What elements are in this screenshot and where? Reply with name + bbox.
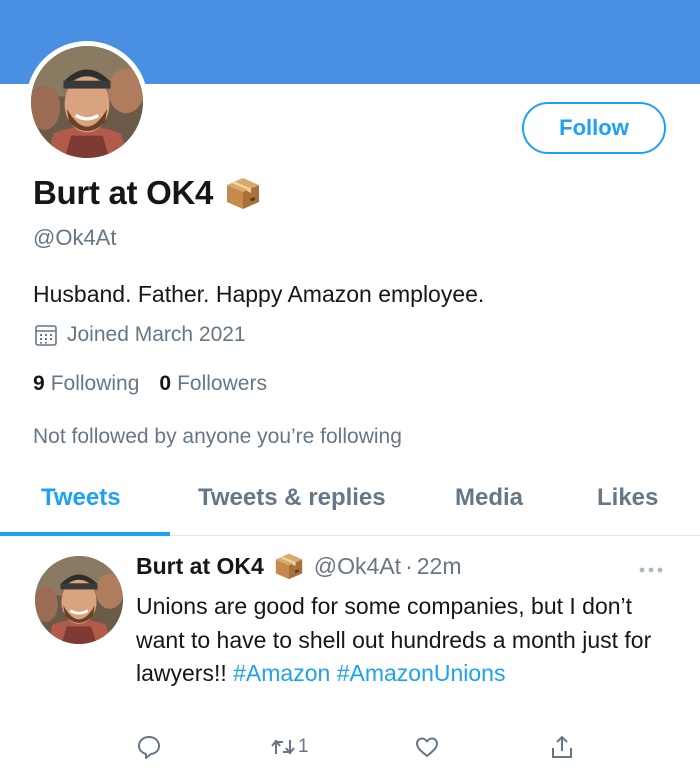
profile-tabs: Tweets Tweets & replies Media Likes bbox=[0, 470, 700, 536]
share-icon bbox=[552, 735, 572, 758]
followers-label: Followers bbox=[177, 372, 267, 395]
reply-button[interactable] bbox=[136, 734, 162, 760]
follow-stats: 9 Following 0 Followers bbox=[33, 372, 267, 396]
tab-media[interactable]: Media bbox=[455, 484, 523, 512]
calendar-icon bbox=[34, 323, 58, 347]
following-label: Following bbox=[50, 372, 140, 395]
active-tab-indicator bbox=[0, 532, 170, 536]
follow-button[interactable]: Follow bbox=[522, 102, 666, 154]
tab-tweets-and-replies[interactable]: Tweets & replies bbox=[198, 484, 386, 512]
followers-link[interactable]: 0 Followers bbox=[159, 372, 267, 396]
hashtag-link[interactable]: #Amazon bbox=[233, 660, 330, 686]
joined-text: Joined March 2021 bbox=[67, 323, 246, 346]
tweet-author-name[interactable]: Burt at OK4 bbox=[136, 553, 264, 580]
profile-handle: @Ok4At bbox=[33, 225, 117, 250]
following-count: 9 bbox=[33, 372, 45, 395]
profile-avatar[interactable] bbox=[26, 41, 148, 163]
tweet-timestamp[interactable]: 22m bbox=[417, 553, 462, 580]
tab-likes[interactable]: Likes bbox=[597, 484, 658, 512]
tweet-body: Unions are good for some companies, but … bbox=[136, 590, 676, 691]
tweet-author-handle[interactable]: @Ok4At bbox=[314, 553, 401, 580]
tweet-avatar[interactable] bbox=[35, 556, 123, 644]
share-button[interactable] bbox=[549, 734, 575, 760]
profile-display-name: Burt at OK4 bbox=[33, 174, 261, 212]
not-followed-notice: Not followed by anyone you’re following bbox=[33, 425, 402, 448]
tab-tweets[interactable]: Tweets bbox=[41, 484, 121, 512]
like-button[interactable] bbox=[414, 734, 440, 760]
avatar-photo bbox=[35, 556, 123, 644]
package-box-icon bbox=[274, 552, 304, 580]
avatar-photo bbox=[31, 46, 143, 158]
profile-bio: Husband. Father. Happy Amazon employee. bbox=[33, 281, 485, 307]
reply-icon bbox=[138, 736, 160, 759]
package-box-icon bbox=[225, 176, 261, 210]
tweet-header: Burt at OK4 @Ok4At · 22m bbox=[136, 552, 461, 580]
retweet-count: 1 bbox=[298, 736, 309, 757]
joined-date: Joined March 2021 bbox=[34, 323, 246, 347]
following-link[interactable]: 9 Following bbox=[33, 372, 139, 396]
retweet-icon bbox=[271, 739, 295, 755]
followers-count: 0 bbox=[159, 372, 172, 395]
heart-icon bbox=[416, 737, 438, 757]
more-dots-icon[interactable] bbox=[638, 562, 664, 573]
tweet-separator: · bbox=[405, 552, 413, 579]
retweet-button[interactable]: 1 bbox=[270, 734, 309, 760]
hashtag-link[interactable]: #AmazonUnions bbox=[337, 660, 506, 686]
display-name-text: Burt at OK4 bbox=[33, 174, 214, 211]
